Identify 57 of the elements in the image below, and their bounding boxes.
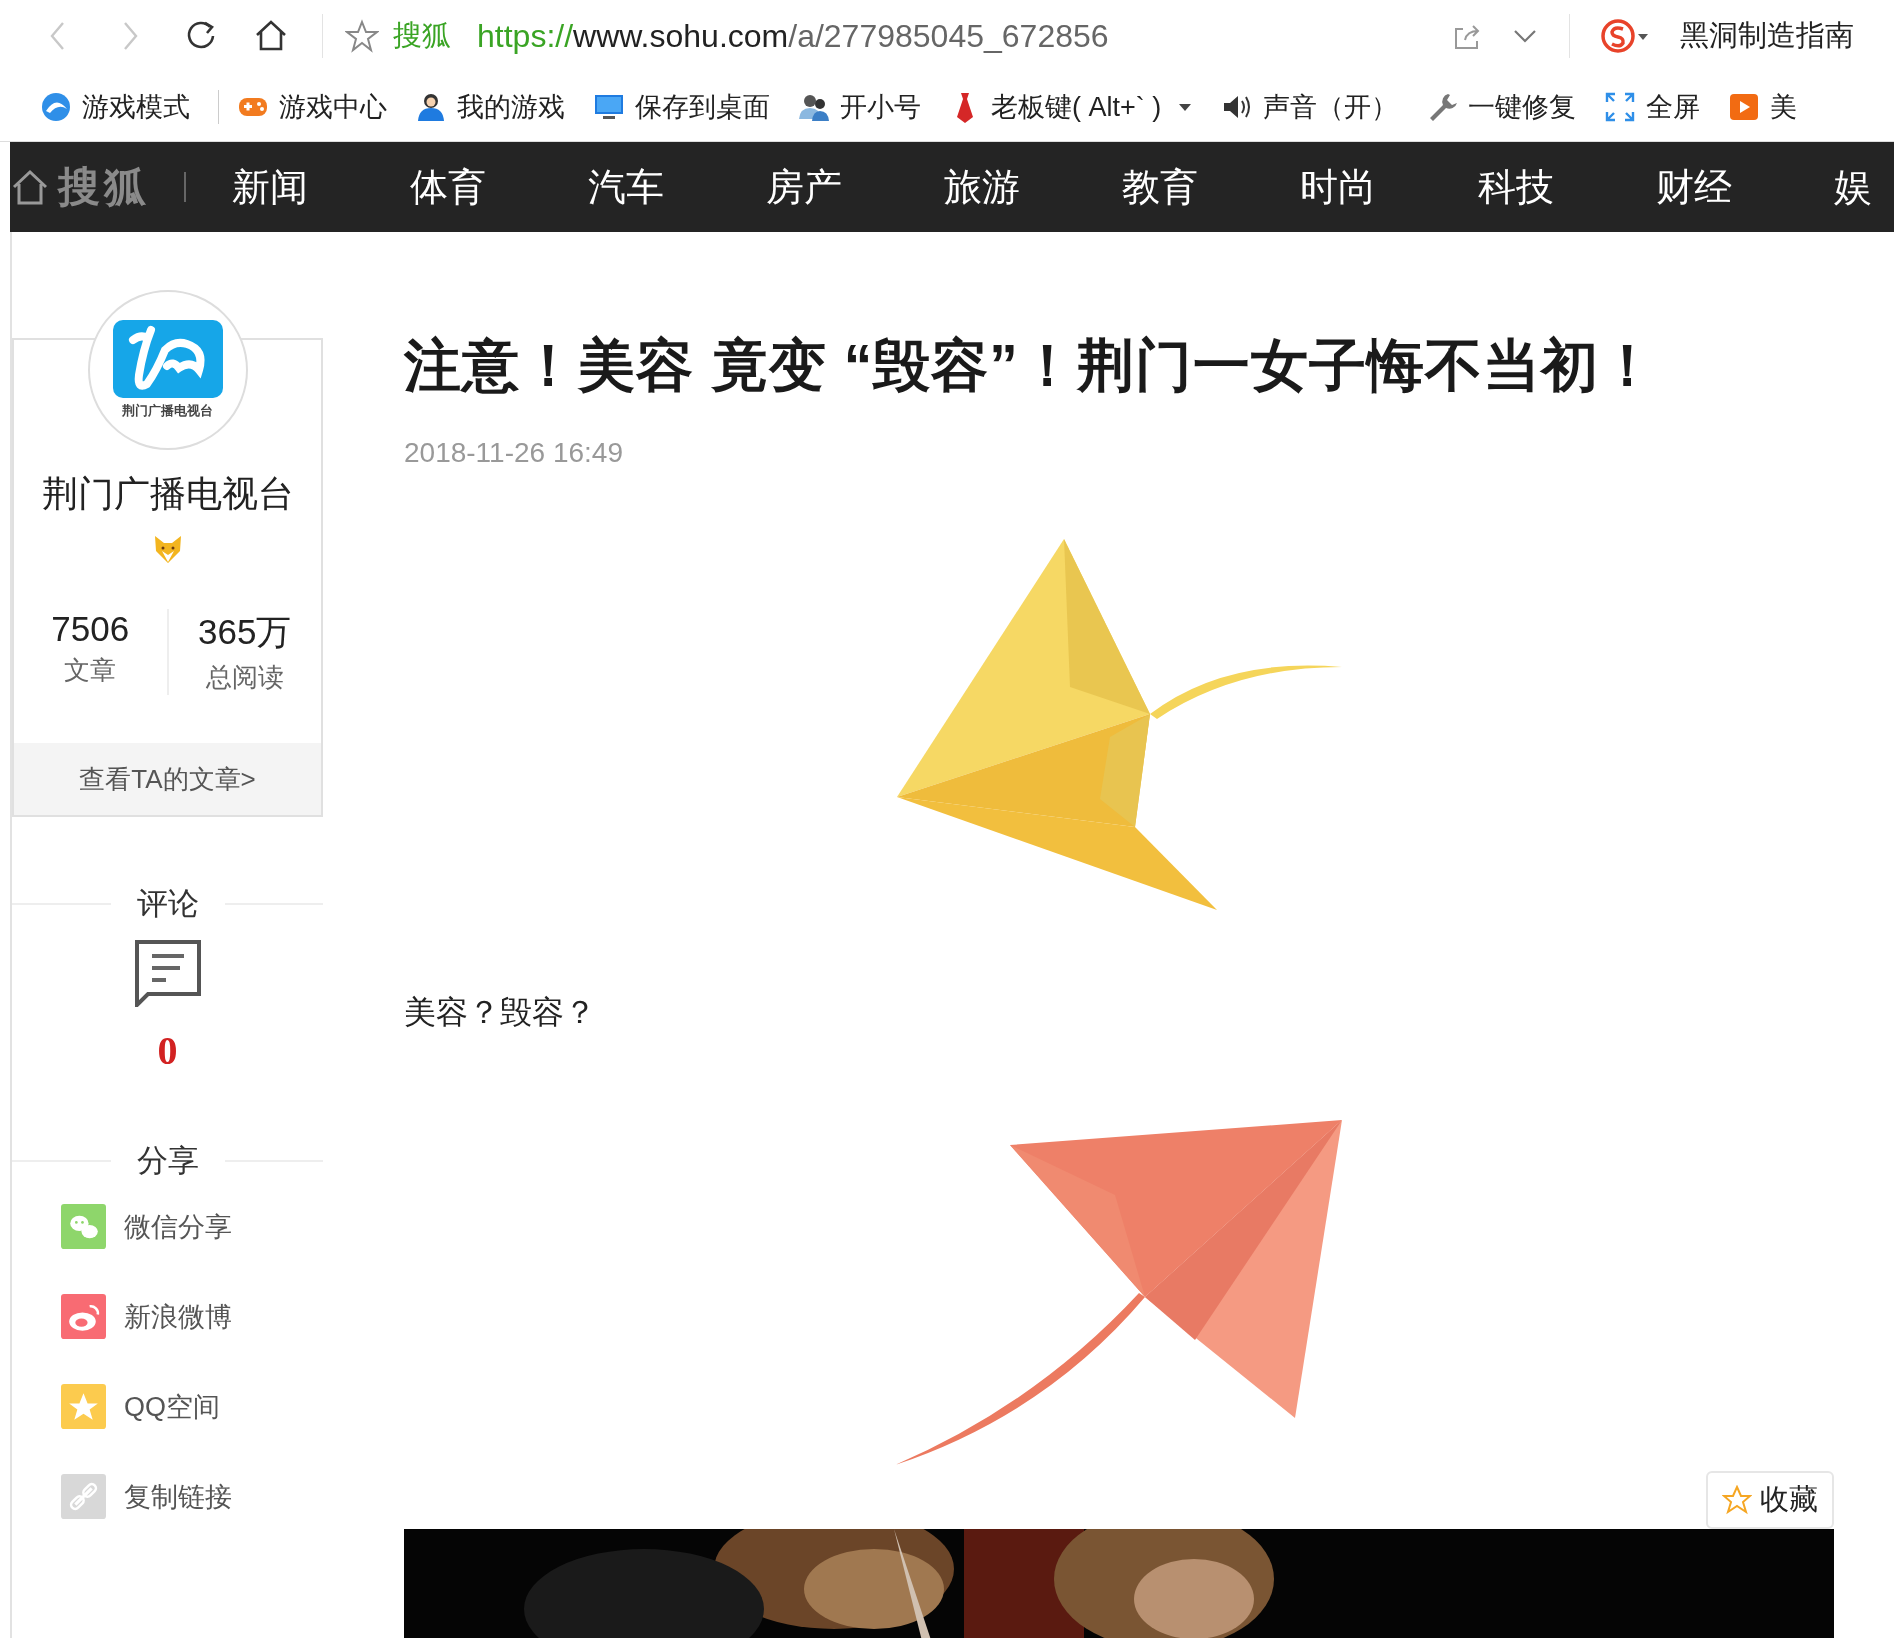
bookmark-item[interactable]: 开小号 <box>798 88 921 125</box>
nav-link[interactable]: 体育 <box>410 161 486 213</box>
section-heading: 分享 <box>136 1142 199 1180</box>
bookmark-item[interactable]: 保存到桌面 <box>593 88 770 125</box>
share-link[interactable]: 微信分享 <box>61 1204 323 1249</box>
share-link[interactable]: 新浪微博 <box>61 1294 323 1339</box>
bookmark-item[interactable]: 老板键( Alt+` ) <box>949 88 1194 125</box>
author-avatar[interactable]: 荆门广播电视台 <box>87 290 248 450</box>
nav-link[interactable]: 汽车 <box>588 161 664 213</box>
account-name[interactable]: 黑洞制造指南 <box>1680 16 1854 56</box>
back-icon <box>50 21 65 51</box>
site-label: 搜狐 <box>393 18 451 53</box>
bookmark-item[interactable]: 美 <box>1728 88 1798 125</box>
home-icon[interactable] <box>12 169 48 205</box>
collect-button[interactable]: 收藏 <box>1706 1471 1834 1529</box>
star-icon <box>1722 1485 1752 1515</box>
stat-value: 7506 <box>51 609 130 649</box>
tv-station-logo-icon <box>112 320 223 398</box>
bookmark-item[interactable]: 我的游戏 <box>415 88 565 125</box>
nav-link[interactable]: 科技 <box>1478 161 1554 213</box>
bookmark-item[interactable]: 一键修复 <box>1426 88 1577 125</box>
bookmark-item[interactable]: 游戏模式 <box>40 88 190 125</box>
comment-icon[interactable] <box>133 939 202 1007</box>
fullscreen-icon <box>1604 90 1637 123</box>
forward-icon <box>123 21 138 51</box>
stat-label: 文章 <box>64 654 117 687</box>
logo-caption: 荆门广播电视台 <box>122 402 213 420</box>
comment-count: 0 <box>157 1027 178 1074</box>
article-paragraph: 美容？毁容？ <box>404 993 597 1032</box>
stat-value: 365万 <box>198 611 292 653</box>
nav-link[interactable]: 教育 <box>1122 161 1198 213</box>
nav-link[interactable]: 旅游 <box>944 161 1020 213</box>
bookmark-item[interactable]: 游戏中心 <box>237 88 387 125</box>
nav-link[interactable]: 新闻 <box>232 161 308 213</box>
bookmark-item[interactable]: 全屏 <box>1604 88 1701 125</box>
url-text[interactable]: https://www.sohu.com/a/277985045_672856 <box>477 17 1109 55</box>
stat-label: 总阅读 <box>205 661 284 694</box>
section-heading: 评论 <box>136 885 199 923</box>
nav-link[interactable]: 房产 <box>766 161 842 213</box>
article-date: 2018-11-26 16:49 <box>404 437 624 469</box>
home-icon <box>254 19 288 53</box>
bookmark-item[interactable]: 声音（开） <box>1221 88 1399 125</box>
circle-logo-icon <box>40 90 72 123</box>
link-icon <box>61 1474 106 1519</box>
site-logo[interactable]: 搜狐 <box>58 159 150 215</box>
article-title: 注意！美容 竟变 “毁容”！荆门一女子悔不当初！ <box>404 332 1658 399</box>
sogou-logo-icon[interactable] <box>1600 18 1650 54</box>
star-icon[interactable] <box>345 19 379 53</box>
share-link[interactable]: 复制链接 <box>61 1474 323 1519</box>
nav-link[interactable]: 财经 <box>1656 161 1732 213</box>
nav-link[interactable]: 时尚 <box>1300 161 1376 213</box>
author-name[interactable]: 荆门广播电视台 <box>41 470 294 519</box>
nav-link[interactable]: 娱 <box>1834 161 1872 213</box>
home-button[interactable] <box>254 19 288 53</box>
chat-bubbles-icon <box>61 1204 106 1249</box>
author-articles-link[interactable]: 查看TA的文章> <box>14 743 321 815</box>
share-link[interactable]: QQ空间 <box>61 1384 323 1429</box>
